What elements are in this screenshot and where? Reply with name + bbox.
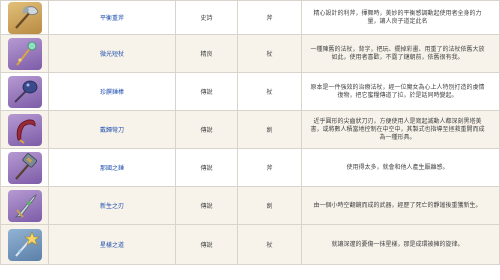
item-rarity: 傳說: [175, 72, 238, 111]
item-description: 近乎圓形的尖齒狀刀刃，方便使用人是寫起滅動人都深刻黑塔美書，或將數人積當地控制在…: [301, 110, 500, 149]
item-rarity: 傳說: [175, 224, 238, 265]
item-name[interactable]: 平衡重斧: [48, 0, 176, 35]
warhammer-icon: [7, 151, 42, 184]
icon-cell: [0, 186, 49, 225]
item-rarity: 傳說: [175, 148, 238, 187]
items-table: 平衡重斧 史詩 斧 精心設計的利斧，揮舞時，美妙的平衡感調動起使用者全身的力量，…: [0, 0, 500, 265]
icon-cell: [0, 110, 49, 149]
item-type: 杖: [237, 224, 302, 265]
item-name[interactable]: 新生之刃: [48, 186, 176, 225]
table-row: 那國之錘 傳說 斧 使用得太多，就會和他人產生厭離感。: [0, 148, 500, 187]
table-row: 珍饌錘棒 傳說 杖 原本是一件強效的治療法杖，經一位魔女為心上人特別打造的虔情復…: [0, 72, 500, 111]
item-name[interactable]: 星樣之道: [48, 224, 176, 265]
item-type: 斧: [237, 0, 302, 35]
icon-cell: [0, 224, 49, 265]
item-description: 由一個小時空翻鏡而成的武器，經歷了死亡的靜謐後重獲新生。: [301, 186, 500, 225]
item-name[interactable]: 微光短杖: [48, 34, 176, 73]
icon-cell: [0, 72, 49, 111]
item-type: 劍: [237, 110, 302, 149]
icon-cell: [0, 34, 49, 73]
item-rarity: 傳說: [175, 186, 238, 225]
item-type: 劍: [237, 186, 302, 225]
item-type: 杖: [237, 34, 302, 73]
item-description: 使用得太多，就會和他人產生厭離感。: [301, 148, 500, 187]
mace-icon: [7, 75, 42, 108]
star-staff-icon: [7, 228, 42, 261]
item-description: 原本是一件強效的治療法杖，經一位魔女為心上人特別打造的虔情復物，把它蜜糧傳道了拉…: [301, 72, 500, 111]
axe-icon: [7, 1, 42, 34]
item-name[interactable]: 戴歸彎刀: [48, 110, 176, 149]
item-description: 精心設計的利斧，揮舞時，美妙的平衡感調動起使用者全身的力量，讓人良子道定此名: [301, 0, 500, 35]
table-row: 微光短杖 精良 杖 一種陳舊的法杖，背字，把玩、擺掉彩畫、用重了的法杖依舊大放如…: [0, 34, 500, 73]
item-description: 就讓深邃的憂傷一抹星樣，那是成環被擁的旋律。: [301, 224, 500, 265]
item-rarity: 史詩: [175, 0, 238, 35]
table-row: 星樣之道 傳說 杖 就讓深邃的憂傷一抹星樣，那是成環被擁的旋律。: [0, 224, 500, 265]
icon-cell: [0, 0, 49, 35]
wand-icon: [7, 37, 42, 70]
blade-icon: [7, 189, 42, 222]
icon-cell: [0, 148, 49, 187]
item-type: 杖: [237, 72, 302, 111]
table-row: 新生之刃 傳說 劍 由一個小時空翻鏡而成的武器，經歷了死亡的靜謐後重獲新生。: [0, 186, 500, 225]
item-name[interactable]: 那國之錘: [48, 148, 176, 187]
item-rarity: 精良: [175, 34, 238, 73]
sickle-icon: [7, 113, 42, 146]
table-row: 平衡重斧 史詩 斧 精心設計的利斧，揮舞時，美妙的平衡感調動起使用者全身的力量，…: [0, 0, 500, 35]
item-rarity: 傳說: [175, 110, 238, 149]
item-type: 斧: [237, 148, 302, 187]
table-row: 戴歸彎刀 傳說 劍 近乎圓形的尖齒狀刀刃，方便使用人是寫起滅動人都深刻黑塔美書，…: [0, 110, 500, 149]
item-name[interactable]: 珍饌錘棒: [48, 72, 176, 111]
item-description: 一種陳舊的法杖，背字，把玩、擺掉彩畫、用重了的法杖依舊大放如此，使用者喜歡，不露…: [301, 34, 500, 73]
